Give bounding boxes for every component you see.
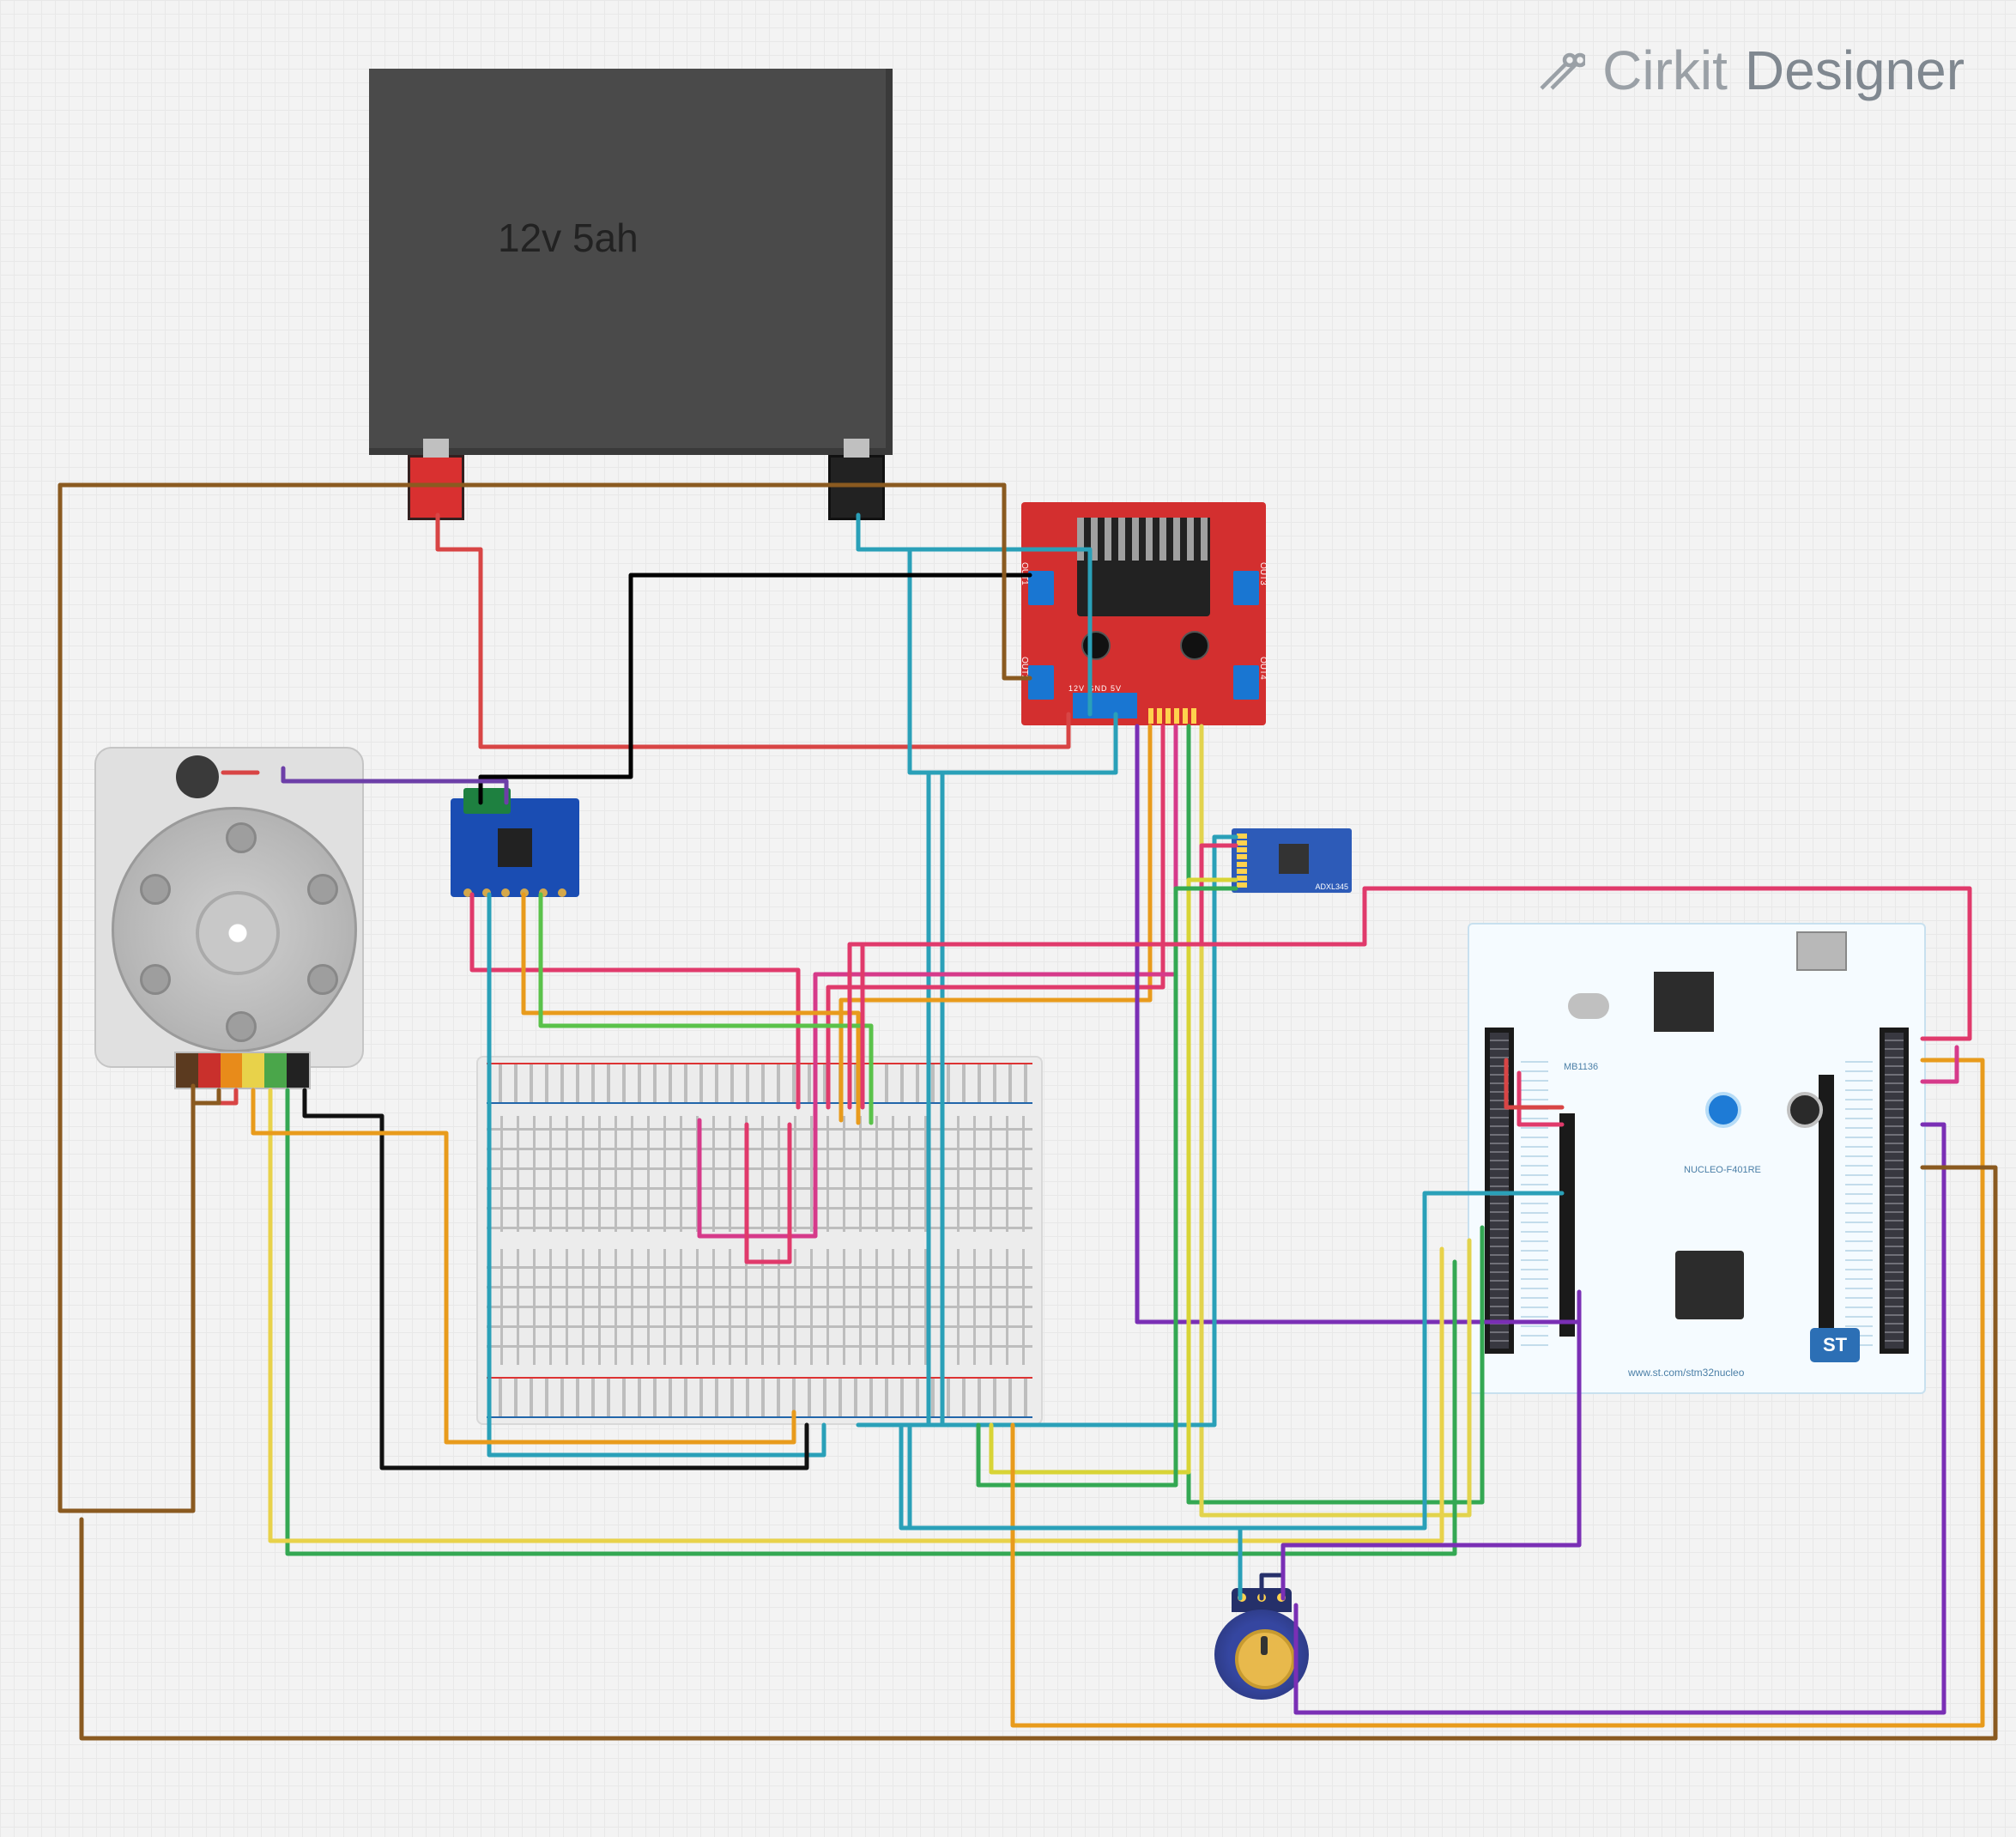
breadboard-rail-top[interactable]: [487, 1063, 1032, 1104]
l298n-heatsink: [1077, 518, 1210, 616]
morpho-header-left[interactable]: [1485, 1028, 1514, 1354]
l298-out4-label: OUT4: [1258, 657, 1268, 680]
l298n-control-pins[interactable]: [1148, 708, 1251, 724]
encoder-header[interactable]: [174, 1052, 311, 1089]
brand-product: Designer: [1745, 39, 1965, 102]
brand-icon: [1534, 45, 1585, 96]
stm32-mcu: [1675, 1251, 1744, 1319]
ina219-sensor[interactable]: [451, 798, 579, 897]
battery-12v[interactable]: 12v 5ah: [369, 69, 893, 455]
l298n-out4[interactable]: [1233, 665, 1259, 700]
battery-terminal-positive[interactable]: [408, 455, 464, 520]
ina219-screw-terminal[interactable]: [463, 788, 511, 814]
adxl345-sensor[interactable]: ADXL345: [1232, 828, 1352, 893]
nucleo-usb[interactable]: [1796, 931, 1847, 971]
brand-name: Cirkit: [1602, 39, 1728, 102]
l298n-out2[interactable]: [1028, 665, 1054, 700]
l298-out2-label: OUT2: [1020, 657, 1029, 680]
nucleo-name: NUCLEO-F401RE: [1684, 1165, 1761, 1175]
l298n-power-terminal[interactable]: [1073, 693, 1137, 718]
breadboard[interactable]: [476, 1056, 1043, 1425]
nucleo-pcb-rev: MB1136: [1564, 1062, 1598, 1072]
l298n-out1[interactable]: [1028, 571, 1054, 605]
nucleo-reset-button[interactable]: [1787, 1092, 1823, 1128]
ina219-chip: [498, 828, 532, 867]
battery-label: 12v 5ah: [498, 215, 639, 261]
motor-face[interactable]: [112, 807, 357, 1052]
battery-terminal-negative[interactable]: [828, 455, 885, 520]
potentiometer[interactable]: [1214, 1588, 1309, 1700]
morpho-header-right[interactable]: [1880, 1028, 1909, 1354]
l298-out1-label: OUT1: [1020, 562, 1029, 585]
motor-endcap: [176, 755, 219, 798]
pot-knob[interactable]: [1235, 1629, 1295, 1689]
l298n-out3[interactable]: [1233, 571, 1259, 605]
brand-watermark: Cirkit Designer: [1534, 39, 1965, 102]
nucleo-user-button[interactable]: [1705, 1092, 1741, 1128]
nucleo-url: www.st.com/stm32nucleo: [1628, 1367, 1744, 1379]
pot-pins[interactable]: [1232, 1588, 1292, 1612]
stlink-chip: [1654, 972, 1714, 1032]
l298-out3-label: OUT3: [1258, 562, 1268, 585]
diagram-canvas[interactable]: Cirkit Designer 12v 5ah OUT1 OUT2 O: [0, 0, 2016, 1837]
nucleo-board[interactable]: ST MB1136 NUCLEO-F401RE www.st.com/stm32…: [1468, 923, 1926, 1394]
arduino-header-left[interactable]: [1559, 1113, 1575, 1337]
l298n-driver[interactable]: OUT1 OUT2 OUT3 OUT4 12V GND 5V: [1021, 502, 1266, 725]
breadboard-rail-bottom[interactable]: [487, 1377, 1032, 1418]
adxl-label: ADXL345: [1315, 882, 1348, 891]
st-logo-icon: ST: [1810, 1328, 1860, 1362]
l298-pwr-label: 12V GND 5V: [1069, 684, 1122, 693]
breadboard-field[interactable]: [487, 1116, 1032, 1365]
